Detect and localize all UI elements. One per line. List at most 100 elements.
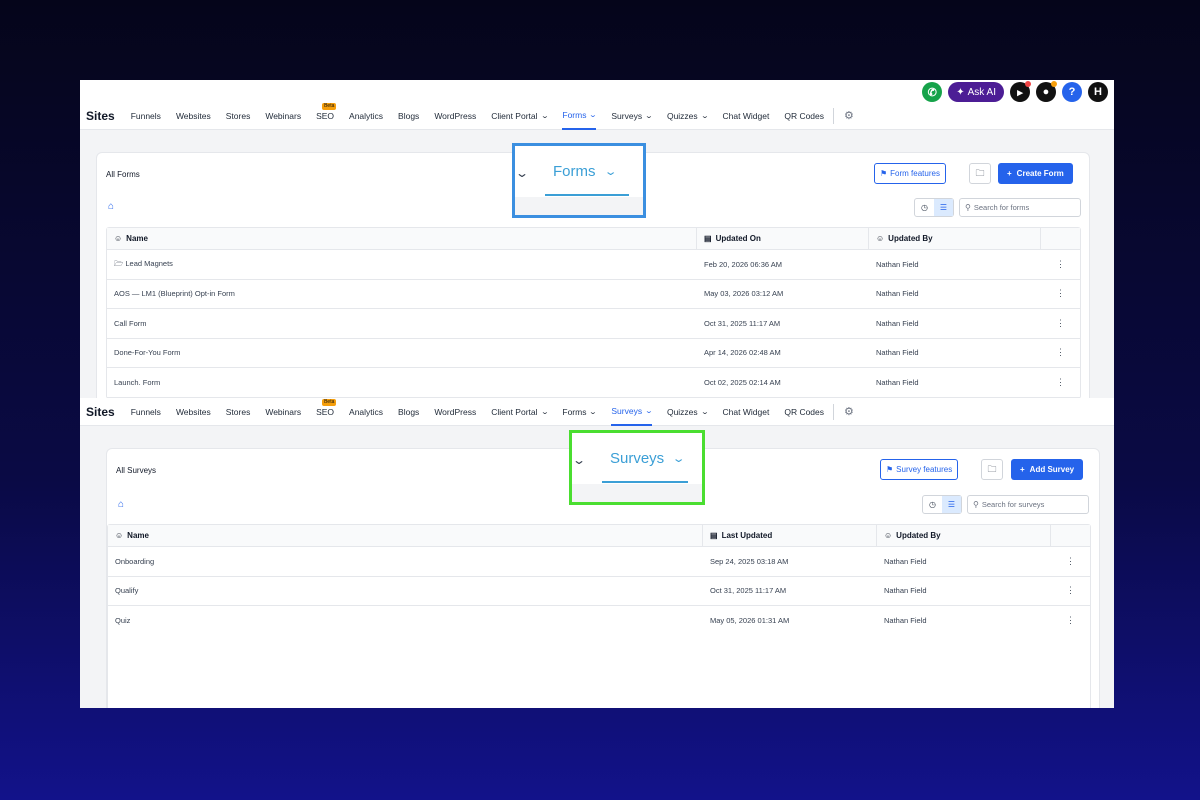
search-field[interactable]: ⚲ xyxy=(959,198,1081,217)
survey-features-button[interactable]: ⚑ Survey features xyxy=(880,459,959,480)
gear-icon[interactable]: ⚙ xyxy=(844,405,854,418)
avatar[interactable]: H xyxy=(1088,82,1108,102)
view-toggle[interactable]: ◷ ☰ xyxy=(914,198,954,217)
flag-icon: ⚑ xyxy=(880,169,888,178)
search-input[interactable] xyxy=(981,500,1082,509)
view-toggle[interactable]: ◷ ☰ xyxy=(922,495,962,514)
table-row[interactable]: Qualify Oct 31, 2025 11:17 AM Nathan Fie… xyxy=(108,577,1090,606)
phone-icon[interactable]: ✆ xyxy=(922,82,943,102)
more-vertical-icon[interactable]: ⋮ xyxy=(1041,288,1080,299)
table-row[interactable]: Done-For-You Form Apr 14, 2026 02:48 AM … xyxy=(107,339,1080,368)
column-header-last-updated[interactable]: ▤ Last Updated xyxy=(703,525,877,546)
column-header-updated-by[interactable]: ☺ Updated By xyxy=(877,525,1051,546)
table-row[interactable]: Quiz May 05, 2026 01:31 AM Nathan Field … xyxy=(108,606,1090,636)
list-icon[interactable]: ☰ xyxy=(942,496,961,513)
chevron-down-icon: ⌄ xyxy=(571,453,587,467)
callout-shade xyxy=(572,484,702,502)
page-title: All Surveys xyxy=(116,466,157,475)
create-form-button[interactable]: + Create Form xyxy=(998,163,1073,184)
nav-item-qr-codes[interactable]: QR Codes xyxy=(784,398,824,426)
form-features-button[interactable]: ⚑ Form features xyxy=(874,163,946,184)
surveys-callout: ⌄ Surveys ⌄ xyxy=(569,430,705,505)
nav-item-qr-codes[interactable]: QR Codes xyxy=(784,102,824,130)
column-header-name[interactable]: ☺ Name xyxy=(108,525,703,546)
table-row[interactable]: 🗁 Lead Magnets Feb 20, 2026 06:36 AM Nat… xyxy=(107,250,1080,280)
home-icon[interactable]: ⌂ xyxy=(118,499,124,510)
table-row[interactable]: AOS — LM1 (Blueprint) Opt-in Form May 03… xyxy=(107,280,1080,309)
table-row[interactable]: Call Form Oct 31, 2025 11:17 AM Nathan F… xyxy=(107,309,1080,339)
active-underline xyxy=(545,194,629,196)
help-button[interactable]: ? xyxy=(1062,82,1082,102)
nav-item-seo[interactable]: Beta SEO xyxy=(316,398,337,426)
row-name[interactable]: Quiz xyxy=(108,616,703,625)
column-header-updated-by[interactable]: ☺ Updated By xyxy=(869,228,1041,249)
nav-item-webinars[interactable]: Webinars xyxy=(265,102,301,130)
table-row[interactable]: Launch. Form Oct 02, 2025 02:14 AM Natha… xyxy=(107,368,1080,398)
nav-item-forms[interactable]: Forms ⌄ xyxy=(562,398,597,426)
clock-icon[interactable]: ◷ xyxy=(915,199,934,216)
nav-item-webinars[interactable]: Webinars xyxy=(265,398,301,426)
nav-item-wordpress[interactable]: WordPress xyxy=(434,102,476,130)
nav-item-chat-widget[interactable]: Chat Widget xyxy=(723,102,770,130)
new-folder-button[interactable]: 🗀 xyxy=(969,163,991,184)
nav-item-blogs[interactable]: Blogs xyxy=(398,398,419,426)
column-header-updated-on[interactable]: ▤ Updated On xyxy=(697,228,869,249)
column-header-actions xyxy=(1051,525,1090,546)
row-name[interactable]: Onboarding xyxy=(108,557,703,566)
clock-icon[interactable]: ◷ xyxy=(923,496,942,513)
list-icon[interactable]: ☰ xyxy=(934,199,953,216)
row-updated: Oct 31, 2025 11:17 AM xyxy=(704,318,781,328)
nav-item-wordpress[interactable]: WordPress xyxy=(434,398,476,426)
nav-item-client-portal[interactable]: Client Portal ⌄ xyxy=(491,102,549,130)
more-vertical-icon[interactable]: ⋮ xyxy=(1041,377,1080,388)
nav-item-stores[interactable]: Stores xyxy=(226,102,251,130)
more-vertical-icon[interactable]: ⋮ xyxy=(1051,615,1090,626)
row-updated-by: Nathan Field xyxy=(884,616,927,626)
nav-item-stores[interactable]: Stores xyxy=(226,398,251,426)
column-header-name[interactable]: ☺ Name xyxy=(107,228,697,249)
nav-item-analytics[interactable]: Analytics xyxy=(349,102,383,130)
more-vertical-icon[interactable]: ⋮ xyxy=(1051,556,1090,567)
row-name[interactable]: Qualify xyxy=(108,586,703,595)
nav-item-blogs[interactable]: Blogs xyxy=(398,102,419,130)
nav-item-funnels[interactable]: Funnels xyxy=(131,102,161,130)
search-input[interactable] xyxy=(973,203,1074,212)
more-vertical-icon[interactable]: ⋮ xyxy=(1051,585,1090,596)
nav-item-client-portal[interactable]: Client Portal ⌄ xyxy=(491,398,549,426)
more-vertical-icon[interactable]: ⋮ xyxy=(1041,347,1080,358)
row-updated: May 05, 2026 01:31 AM xyxy=(710,616,790,626)
sparkle-icon: ✦ xyxy=(956,86,965,98)
nav-item-quizzes[interactable]: Quizzes ⌄ xyxy=(667,102,709,130)
nav-item-analytics[interactable]: Analytics xyxy=(349,398,383,426)
search-field[interactable]: ⚲ xyxy=(967,495,1089,514)
row-updated-by: Nathan Field xyxy=(876,289,919,299)
nav-item-quizzes[interactable]: Quizzes ⌄ xyxy=(667,398,709,426)
table-row[interactable]: Onboarding Sep 24, 2025 03:18 AM Nathan … xyxy=(108,547,1090,577)
gear-icon[interactable]: ⚙ xyxy=(844,109,854,122)
megaphone-icon[interactable]: ▸ xyxy=(1010,81,1031,102)
more-vertical-icon[interactable]: ⋮ xyxy=(1041,259,1080,270)
row-name[interactable]: AOS — LM1 (Blueprint) Opt-in Form xyxy=(107,289,697,298)
row-name[interactable]: 🗁 Lead Magnets xyxy=(107,258,697,271)
row-name[interactable]: Call Form xyxy=(107,319,697,328)
more-vertical-icon[interactable]: ⋮ xyxy=(1041,318,1080,329)
home-icon[interactable]: ⌂ xyxy=(108,201,114,212)
nav-item-chat-widget[interactable]: Chat Widget xyxy=(723,398,770,426)
nav-item-websites[interactable]: Websites xyxy=(176,398,211,426)
table-header: ☺ Name ▤ Updated On ☺ Updated By xyxy=(107,228,1080,250)
user-circle-icon: ☺ xyxy=(884,531,893,540)
add-survey-button[interactable]: + Add Survey xyxy=(1011,459,1084,480)
bell-icon[interactable]: ● xyxy=(1036,81,1057,102)
user-circle-icon: ☺ xyxy=(115,531,124,540)
nav-item-forms[interactable]: Forms ⌄ xyxy=(562,102,598,130)
row-updated: Feb 20, 2026 06:36 AM xyxy=(704,259,782,269)
nav-item-surveys[interactable]: Surveys ⌄ xyxy=(611,102,653,130)
new-folder-button[interactable]: 🗀 xyxy=(981,459,1003,480)
nav-item-websites[interactable]: Websites xyxy=(176,102,211,130)
nav-item-surveys[interactable]: Surveys ⌄ xyxy=(611,398,653,426)
row-name[interactable]: Launch. Form xyxy=(107,378,697,387)
ask-ai-button[interactable]: ✦ Ask AI xyxy=(948,82,1004,102)
nav-item-seo[interactable]: Beta SEO xyxy=(316,102,337,130)
row-name[interactable]: Done-For-You Form xyxy=(107,348,697,357)
nav-item-funnels[interactable]: Funnels xyxy=(131,398,161,426)
